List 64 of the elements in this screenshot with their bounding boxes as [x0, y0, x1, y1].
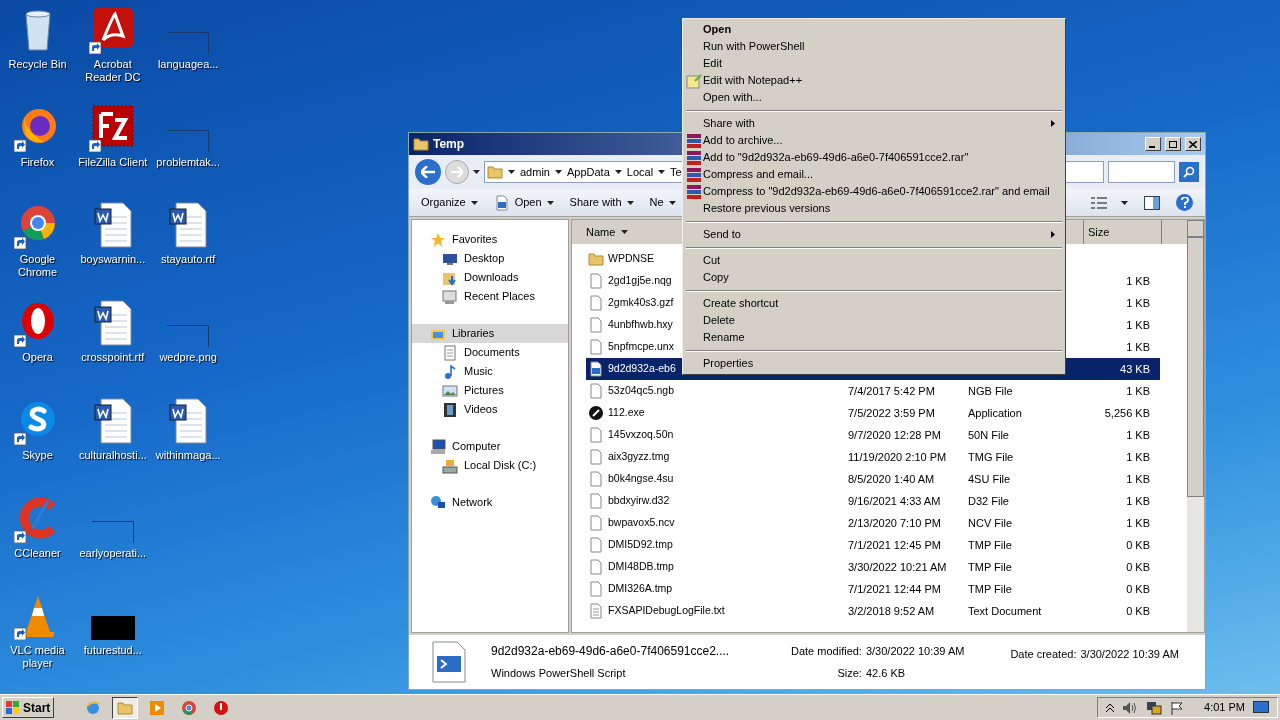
size-cell-text: 1 KB: [1126, 449, 1150, 465]
size-cell-text: 1 KB: [1126, 493, 1150, 509]
size-cell-text: 1 KB: [1126, 383, 1150, 399]
file-name: 9d2d932a-eb69-49d6-a6e0-7f406591cce2....: [491, 643, 731, 661]
field-value: 3/30/2022 10:39 AM: [865, 644, 965, 659]
date-cell: 3/2/2018 9:52 AM: [848, 604, 935, 617]
date-cell: 7/1/2021 12:45 PM: [848, 538, 941, 551]
field-label: Date modified:: [791, 644, 862, 659]
type-cell: 50N File: [968, 428, 1009, 441]
size-cell-text: 0 KB: [1126, 559, 1150, 575]
file-name: b0k4ngse.4su: [608, 471, 674, 487]
file-name: bbdxyirw.d32: [608, 493, 670, 509]
file-name: 53z04qc5.ngb: [608, 383, 674, 399]
type-cell: TMP File: [968, 560, 1012, 573]
size-cell-text: 1 KB: [1126, 295, 1150, 311]
file-name: DMI48DB.tmp: [608, 559, 674, 575]
type-cell: Text Document: [968, 604, 1042, 617]
file-name: 5npfmcpe.unx: [608, 339, 674, 355]
file-name: 145vxzoq.50n: [608, 427, 674, 443]
file-name: 2gd1gj5e.nqg: [608, 273, 672, 289]
size-cell-text: 1 KB: [1126, 515, 1150, 531]
size-cell-text: 0 KB: [1126, 581, 1150, 597]
type-cell: TMP File: [968, 582, 1012, 595]
file-name: 2gmk40s3.gzf: [608, 295, 674, 311]
field-value: 42.6 KB: [865, 665, 907, 681]
type-cell: NCV File: [968, 516, 1012, 529]
file-name: FXSAPIDebugLogFile.txt: [608, 603, 725, 619]
size-cell-text: 43 KB: [1120, 361, 1150, 377]
date-cell: 11/19/2020 2:10 PM: [848, 450, 947, 463]
field-label: Size:: [836, 665, 862, 681]
file-name: 9d2d932a-eb6: [608, 361, 676, 377]
size-cell-text: 0 KB: [1126, 537, 1150, 553]
type-cell: TMG File: [968, 450, 1014, 463]
size-cell-text: 1 KB: [1126, 427, 1150, 443]
type-cell: NGB File: [968, 384, 1013, 397]
file-name: 112.exe: [608, 405, 645, 421]
type-cell: 4SU File: [968, 472, 1011, 485]
size-cell-text: 1 KB: [1126, 471, 1150, 487]
date-cell: 9/7/2020 12:28 PM: [848, 428, 941, 441]
date-cell: 9/16/2021 4:33 AM: [848, 494, 941, 507]
type-cell: TMP File: [968, 538, 1012, 551]
field-label: Date created:: [1010, 647, 1077, 662]
size-cell-text: 0 KB: [1126, 603, 1150, 619]
date-cell: 7/5/2022 3:59 PM: [848, 406, 935, 419]
date-cell: 7/4/2017 5:42 PM: [848, 384, 935, 397]
file-name: WPDNSE: [608, 251, 655, 267]
size-cell-text: 1 KB: [1126, 273, 1150, 289]
field-value: 3/30/2022 10:39 AM: [1080, 647, 1179, 662]
date-cell: 8/5/2020 1:40 AM: [848, 472, 935, 485]
size-cell-text: 5,256 KB: [1104, 405, 1150, 421]
file-name: 4unbfhwb.hxy: [608, 317, 673, 333]
file-name: bwpavox5.ncv: [608, 515, 675, 531]
window-title: Temp: [433, 136, 465, 153]
date-cell: 2/13/2020 7:10 PM: [848, 516, 941, 529]
size-cell-text: 1 KB: [1126, 339, 1150, 355]
date-cell: 7/1/2021 12:44 PM: [848, 582, 941, 595]
file-name: DMI326A.tmp: [608, 581, 673, 597]
size-cell-text: 1 KB: [1126, 317, 1150, 333]
file-name: aix3gyzz.tmg: [608, 449, 670, 465]
date-cell: 3/30/2022 10:21 AM: [848, 560, 947, 573]
type-cell: D32 File: [968, 494, 1009, 507]
file-name: DMI5D92.tmp: [608, 537, 673, 553]
file-type: Windows PowerShell Script: [491, 666, 627, 682]
type-cell: Application: [968, 406, 1022, 419]
